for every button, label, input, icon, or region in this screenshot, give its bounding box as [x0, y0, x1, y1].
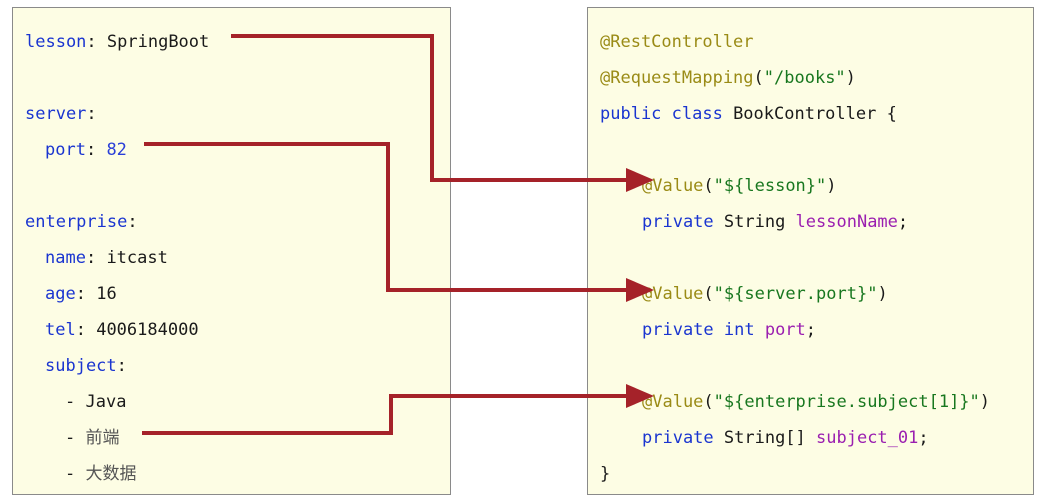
code-line-ent-subject: subject:: [45, 358, 127, 375]
token-key: age: [45, 284, 76, 304]
token-key: tel: [45, 320, 76, 340]
code-line-server: server:: [25, 106, 97, 123]
token-plain: ): [826, 176, 837, 196]
code-line-field-lessonName: private String lessonName;: [642, 214, 908, 231]
yaml-config-panel: lesson: SpringBoot server: port: 82 enter…: [12, 7, 451, 495]
token-kw: private int: [642, 320, 765, 340]
code-line-subject-0: - Java: [65, 394, 126, 411]
token-field: port: [764, 320, 806, 340]
token-key: subject: [45, 356, 117, 376]
token-plain: :: [85, 248, 107, 268]
code-line-subject-2: - 大数据: [65, 466, 136, 483]
code-line-ent-tel: tel: 4006184000: [45, 322, 199, 339]
token-key: name: [45, 248, 86, 268]
token-plain: (: [703, 392, 714, 412]
token-str: "${lesson}": [713, 176, 827, 196]
code-line-ent-age: age: 16: [45, 286, 117, 303]
code-line-request-mapping: @RequestMapping("/books"): [600, 70, 856, 87]
code-line-blank-1: [600, 142, 610, 159]
code-line-blank-3: [600, 358, 610, 375]
token-key: enterprise: [25, 212, 128, 232]
token-cjk: 前端: [85, 428, 120, 448]
code-line-blank-2: [600, 250, 610, 267]
token-dash: -: [65, 428, 86, 448]
token-plain: }: [600, 464, 611, 484]
token-plain: ): [845, 68, 856, 88]
token-plain: {: [876, 104, 897, 124]
token-plain: :: [116, 356, 127, 376]
token-kw: private: [642, 212, 724, 232]
code-line-blank-2: [25, 178, 35, 195]
token-field: lessonName: [795, 212, 898, 232]
code-line-class-decl: public class BookController {: [600, 106, 897, 123]
token-key: server: [25, 104, 87, 124]
code-line-server-port: port: 82: [45, 142, 127, 159]
token-plain: (: [753, 68, 764, 88]
code-line-value-lesson: @Value("${lesson}"): [642, 178, 837, 195]
token-plain: itcast: [106, 248, 168, 268]
token-dash: -: [65, 464, 86, 484]
token-anno: @RequestMapping: [600, 68, 754, 88]
token-type: BookController: [733, 104, 877, 124]
token-field: subject_01: [816, 428, 919, 448]
token-kw: private: [642, 428, 724, 448]
token-plain: ;: [918, 428, 929, 448]
token-plain: :: [75, 320, 97, 340]
token-kw: public class: [600, 104, 734, 124]
code-line-class-close: }: [600, 466, 610, 483]
token-num: 82: [106, 140, 127, 160]
token-anno: @RestController: [600, 32, 754, 52]
token-plain: ;: [897, 212, 909, 232]
token-plain: (: [703, 176, 714, 196]
token-key: lesson: [25, 32, 87, 52]
token-plain: ;: [805, 320, 817, 340]
token-plain: Java: [85, 392, 127, 412]
token-key: port: [45, 140, 86, 160]
code-line-lesson: lesson: SpringBoot: [25, 34, 209, 51]
token-plain: ): [979, 392, 991, 412]
token-plain: 16: [96, 284, 117, 304]
code-line-value-subject: @Value("${enterprise.subject[1]}"): [642, 394, 990, 411]
token-plain: :: [75, 284, 97, 304]
token-anno: @Value: [642, 176, 704, 196]
token-str: "/books": [763, 68, 846, 88]
token-plain: :: [86, 32, 107, 52]
code-line-ent-name: name: itcast: [45, 250, 168, 267]
code-line-rest-controller: @RestController: [600, 34, 754, 51]
code-line-subject-1: - 前端: [65, 430, 119, 447]
token-cjk: 大数据: [85, 464, 137, 484]
token-dash: -: [65, 392, 86, 412]
token-plain: ): [877, 284, 888, 304]
token-plain: :: [127, 212, 138, 232]
token-plain: :: [85, 140, 107, 160]
token-type: String: [723, 212, 796, 232]
token-str: "${enterprise.subject[1]}": [713, 392, 980, 412]
code-line-enterprise: enterprise:: [25, 214, 138, 231]
code-line-value-port: @Value("${server.port}"): [642, 286, 888, 303]
code-line-field-port: private int port;: [642, 322, 816, 339]
token-anno: @Value: [642, 284, 704, 304]
token-type: String[]: [723, 428, 817, 448]
java-controller-panel: @RestController @RequestMapping("/books")…: [587, 7, 1034, 495]
token-plain: SpringBoot: [106, 32, 210, 52]
token-str: "${server.port}": [713, 284, 878, 304]
code-line-field-subject: private String[] subject_01;: [642, 430, 929, 447]
token-plain: 4006184000: [96, 320, 199, 340]
token-plain: (: [703, 284, 714, 304]
token-plain: :: [86, 104, 97, 124]
token-anno: @Value: [642, 392, 704, 412]
code-line-blank-1: [25, 70, 35, 87]
